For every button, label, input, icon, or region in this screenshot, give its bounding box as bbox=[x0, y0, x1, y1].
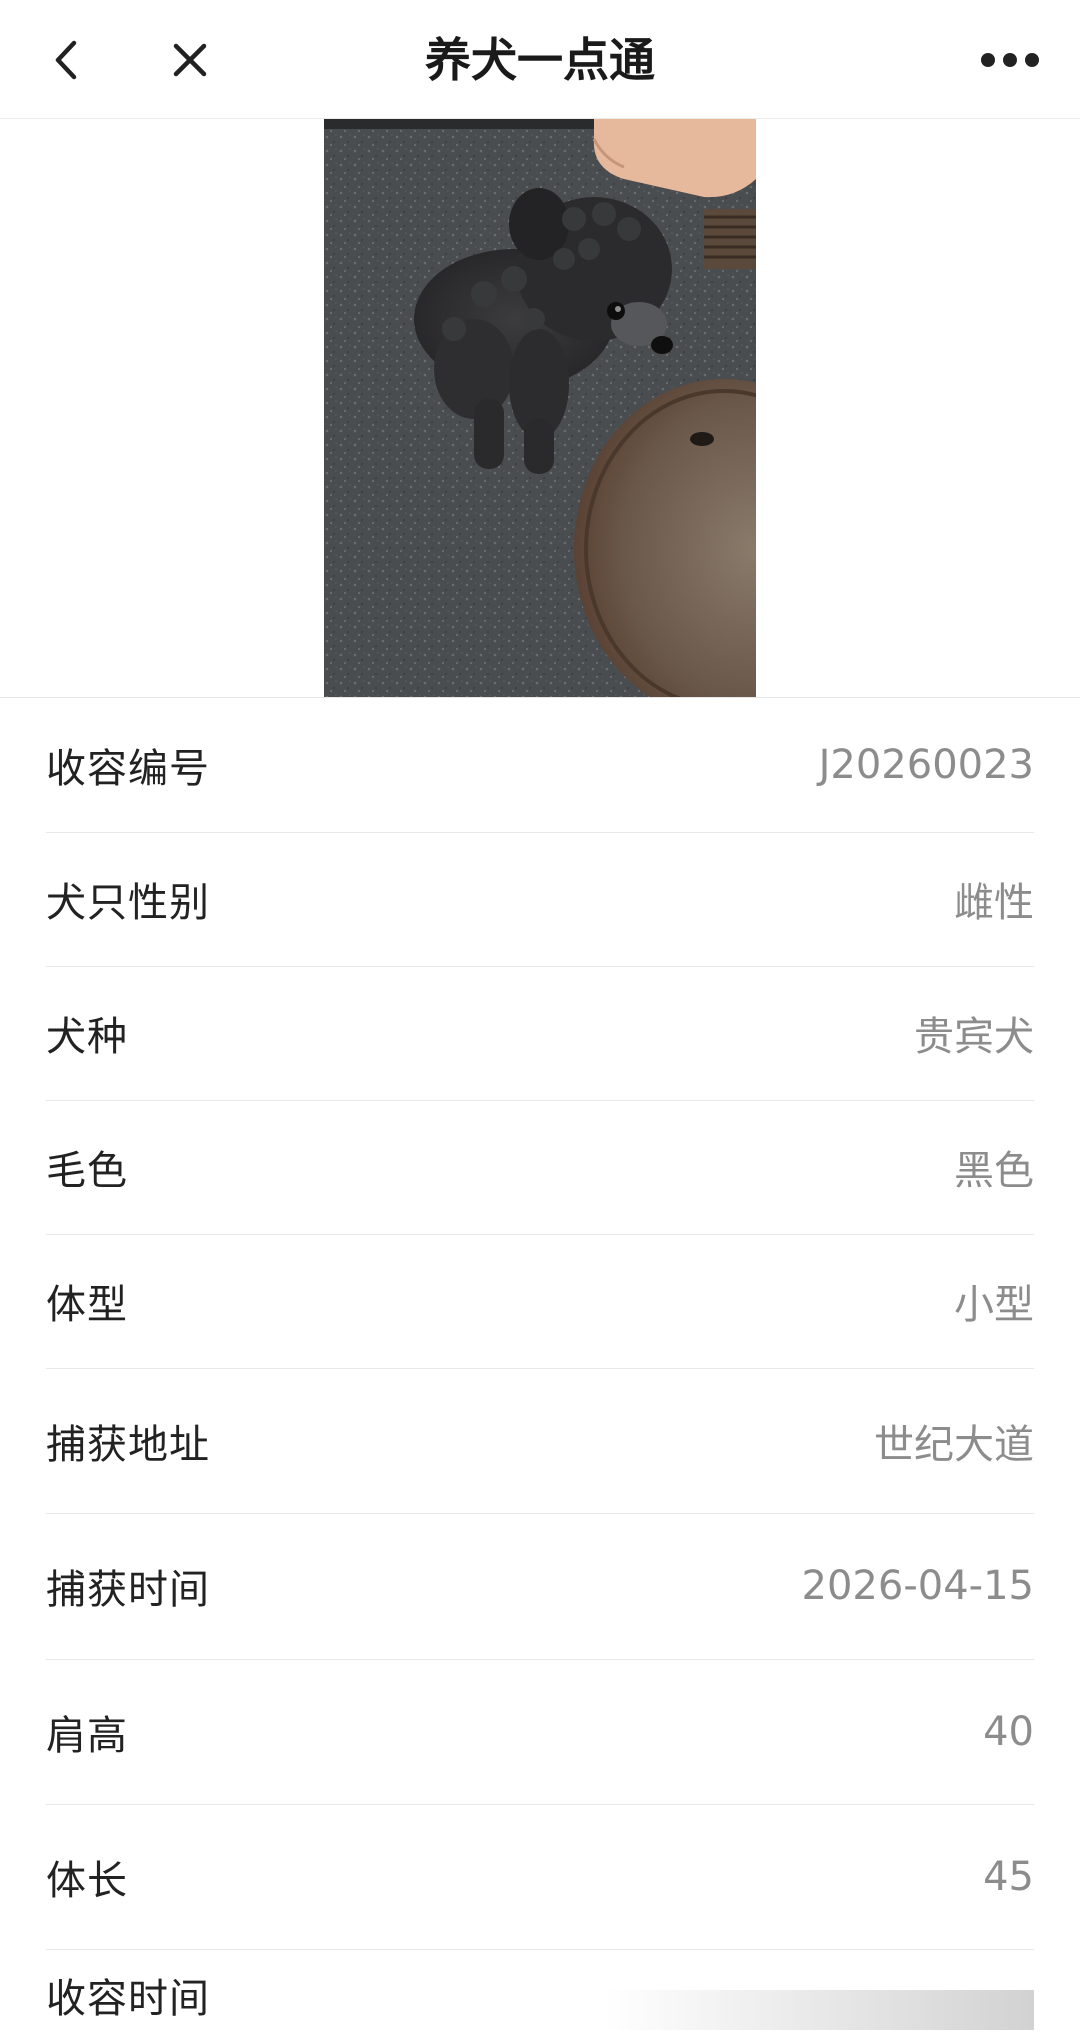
back-button[interactable] bbox=[26, 20, 106, 100]
info-row-shoulder-height: 肩高 40 bbox=[46, 1659, 1034, 1805]
scroll-fade-overlay bbox=[604, 1990, 1034, 2030]
info-label: 收容时间 bbox=[46, 1976, 210, 2022]
info-label: 肩高 bbox=[46, 1712, 128, 1759]
page-title: 养犬一点通 bbox=[425, 33, 655, 87]
info-label: 体型 bbox=[46, 1282, 128, 1328]
nav-header: 养犬一点通 bbox=[0, 0, 1080, 119]
info-label: 犬只性别 bbox=[46, 880, 210, 926]
chevron-left-icon bbox=[55, 40, 77, 80]
info-row-body-length: 体长 45 bbox=[46, 1804, 1034, 1950]
info-row-gender: 犬只性别 雌性 bbox=[46, 832, 1034, 967]
info-row-breed: 犬种 贵宾犬 bbox=[46, 966, 1034, 1101]
info-row-shelter-id: 收容编号 J20260023 bbox=[46, 698, 1034, 833]
more-button[interactable] bbox=[960, 20, 1060, 100]
info-value: J20260023 bbox=[818, 742, 1034, 788]
close-button[interactable] bbox=[150, 20, 230, 100]
info-value: 黑色 bbox=[954, 1148, 1034, 1194]
info-value: 贵宾犬 bbox=[914, 1014, 1034, 1060]
more-dots-icon bbox=[981, 53, 1039, 67]
dog-photo-image bbox=[324, 119, 756, 697]
info-value: 小型 bbox=[954, 1282, 1034, 1328]
info-label: 捕获时间 bbox=[46, 1567, 210, 1613]
close-icon bbox=[173, 43, 207, 77]
info-row-size: 体型 小型 bbox=[46, 1234, 1034, 1369]
info-label: 犬种 bbox=[46, 1014, 128, 1060]
info-value: 45 bbox=[983, 1853, 1034, 1900]
info-label: 毛色 bbox=[46, 1148, 128, 1194]
info-label: 体长 bbox=[46, 1857, 128, 1904]
info-row-capture-location: 捕获地址 世纪大道 bbox=[46, 1368, 1034, 1514]
info-value: 雌性 bbox=[954, 880, 1034, 926]
dog-photo[interactable] bbox=[324, 119, 756, 697]
info-row-coat-color: 毛色 黑色 bbox=[46, 1100, 1034, 1235]
info-label: 收容编号 bbox=[46, 746, 210, 792]
info-value: 世纪大道 bbox=[874, 1421, 1034, 1468]
photo-section bbox=[0, 119, 1080, 698]
info-value: 2026-04-15 bbox=[801, 1563, 1034, 1609]
dog-detail-page: 养犬一点通 收容编号 J20260023 犬只性别 雌性 犬种 贵宾犬 毛色 黑… bbox=[0, 0, 1080, 2041]
info-label: 捕获地址 bbox=[46, 1421, 210, 1468]
info-row-capture-time: 捕获时间 2026-04-15 bbox=[46, 1513, 1034, 1660]
info-value: 40 bbox=[983, 1708, 1034, 1755]
